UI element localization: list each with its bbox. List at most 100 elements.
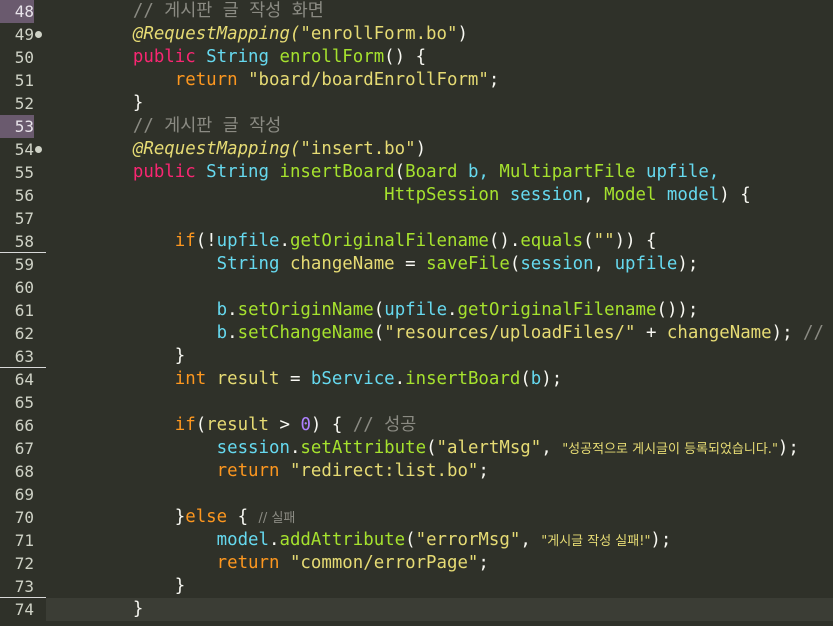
gutter-line[interactable]: 53	[0, 115, 46, 138]
line-number: 66	[14, 416, 34, 435]
fold-marker-icon[interactable]	[35, 31, 42, 38]
line-number: 54	[14, 140, 34, 159]
code-line[interactable]	[46, 391, 833, 414]
code-line[interactable]: b.setOriginName(upfile.getOriginalFilena…	[46, 299, 833, 322]
code-token: ,	[541, 438, 563, 458]
gutter-line[interactable]: 59	[0, 253, 46, 276]
code-token: >	[269, 415, 301, 435]
code-token: ().	[488, 231, 521, 251]
gutter-line[interactable]: 51	[0, 69, 46, 92]
code-line[interactable]: }	[46, 92, 833, 115]
code-line[interactable]: return "common/errorPage";	[46, 552, 833, 575]
gutter-line[interactable]: 57	[0, 207, 46, 230]
code-line[interactable]: @RequestMapping("insert.bo")	[46, 138, 833, 161]
code-line[interactable]: if(result > 0) { // 성공	[46, 414, 833, 437]
gutter-line[interactable]: 70	[0, 506, 46, 529]
code-token: "common/errorPage"	[289, 553, 479, 573]
code-token: ,	[520, 530, 542, 550]
gutter-line[interactable]: 66	[0, 414, 46, 437]
gutter-line[interactable]: 63	[0, 345, 46, 368]
code-token: // 실패	[258, 511, 296, 526]
code-token: changeName	[289, 254, 395, 274]
code-line[interactable]: if(!upfile.getOriginalFilename().equals(…	[46, 230, 833, 253]
line-number: 67	[14, 439, 34, 458]
code-token: )) {	[614, 231, 657, 251]
code-token: "성공적으로 게시글이 등록되었습니다."	[562, 442, 778, 457]
code-token: );	[777, 438, 799, 458]
code-line-text: session.setAttribute("alertMsg", "성공적으로 …	[91, 437, 799, 461]
code-line[interactable]	[46, 276, 833, 299]
gutter-line[interactable]: 60	[0, 276, 46, 299]
gutter-line[interactable]: 74	[0, 598, 46, 621]
code-line[interactable]: }	[46, 598, 833, 621]
gutter-line[interactable]: 55	[0, 161, 46, 184]
code-token: setOriginName	[237, 300, 374, 320]
fold-marker-icon[interactable]	[35, 146, 42, 153]
code-line[interactable]: }	[46, 575, 833, 598]
gutter-line[interactable]: 62	[0, 322, 46, 345]
code-line[interactable]: b.setChangeName("resources/uploadFiles/"…	[46, 322, 833, 345]
code-line[interactable]: HttpSession session, Model model) {	[46, 184, 833, 207]
code-token: +	[635, 323, 667, 343]
code-line[interactable]: String changeName = saveFile(session, up…	[46, 253, 833, 276]
code-line[interactable]: session.setAttribute("alertMsg", "성공적으로 …	[46, 437, 833, 460]
code-token: "redirect:list.bo"	[289, 461, 479, 481]
code-token: "board/boardEnrollForm"	[248, 70, 489, 90]
code-line[interactable]	[46, 483, 833, 506]
code-line-text: @RequestMapping("insert.bo")	[91, 138, 426, 161]
code-token: upfile	[384, 300, 448, 320]
line-number: 71	[14, 531, 34, 550]
code-line[interactable]: return "redirect:list.bo";	[46, 460, 833, 483]
code-token: }	[91, 576, 186, 596]
code-token: b,	[467, 162, 500, 182]
code-line[interactable]: @RequestMapping("enrollForm.bo")	[46, 23, 833, 46]
gutter-line[interactable]: 61	[0, 299, 46, 322]
gutter-line[interactable]: 56	[0, 184, 46, 207]
gutter-line[interactable]: 65	[0, 391, 46, 414]
code-token: () {	[384, 47, 427, 67]
gutter-line[interactable]: 54	[0, 138, 46, 161]
line-number: 63	[14, 347, 34, 366]
code-token: ) {	[310, 415, 353, 435]
code-line-text: if(!upfile.getOriginalFilename().equals(…	[91, 230, 657, 253]
code-line[interactable]: return "board/boardEnrollForm";	[46, 69, 833, 92]
gutter-line[interactable]: 73	[0, 575, 46, 598]
code-token: .	[447, 300, 458, 320]
code-text-area[interactable]: // 게시판 글 작성 화면 @RequestMapping("enrollFo…	[46, 0, 833, 626]
code-line[interactable]: }	[46, 345, 833, 368]
gutter-line[interactable]: 64	[0, 368, 46, 391]
gutter-line[interactable]: 68	[0, 460, 46, 483]
code-line[interactable]: // 게시판 글 작성 화면	[46, 0, 833, 23]
code-token: .	[394, 369, 406, 389]
code-token: ;	[488, 70, 500, 90]
code-token: b	[91, 300, 228, 320]
gutter-line[interactable]: 52	[0, 92, 46, 115]
code-token: ());	[656, 300, 699, 320]
gutter-line[interactable]: 69	[0, 483, 46, 506]
gutter-line[interactable]: 58	[0, 230, 46, 253]
code-token: }	[91, 599, 144, 619]
line-number: 50	[14, 48, 34, 67]
code-line-text: }	[91, 92, 143, 115]
gutter-line[interactable]: 49	[0, 23, 46, 46]
code-token: MultipartFile	[499, 162, 646, 182]
line-number: 69	[14, 485, 34, 504]
code-line[interactable]: int result = bService.insertBoard(b);	[46, 368, 833, 391]
code-line[interactable]: // 게시판 글 작성	[46, 115, 833, 138]
gutter-line[interactable]: 67	[0, 437, 46, 460]
code-editor[interactable]: 48 49 50 51 52 53 54 55 56 57 58 59 60 61 62 63 64 65 66 67…	[0, 0, 833, 626]
gutter-line[interactable]: 50	[0, 46, 46, 69]
code-token: =	[279, 369, 311, 389]
code-token: String	[206, 162, 280, 182]
code-line-text: }	[91, 598, 143, 621]
code-line[interactable]: public String enrollForm() {	[46, 46, 833, 69]
code-line[interactable]: model.addAttribute("errorMsg", "게시글 작성 실…	[46, 529, 833, 552]
code-line[interactable]: }else { // 실패	[46, 506, 833, 529]
gutter-line[interactable]: 72	[0, 552, 46, 575]
code-line[interactable]	[46, 207, 833, 230]
code-token: public	[91, 162, 207, 182]
gutter-line[interactable]: 71	[0, 529, 46, 552]
gutter-line[interactable]: 48	[0, 0, 46, 23]
line-number: 51	[14, 71, 34, 90]
code-line[interactable]: public String insertBoard(Board b, Multi…	[46, 161, 833, 184]
